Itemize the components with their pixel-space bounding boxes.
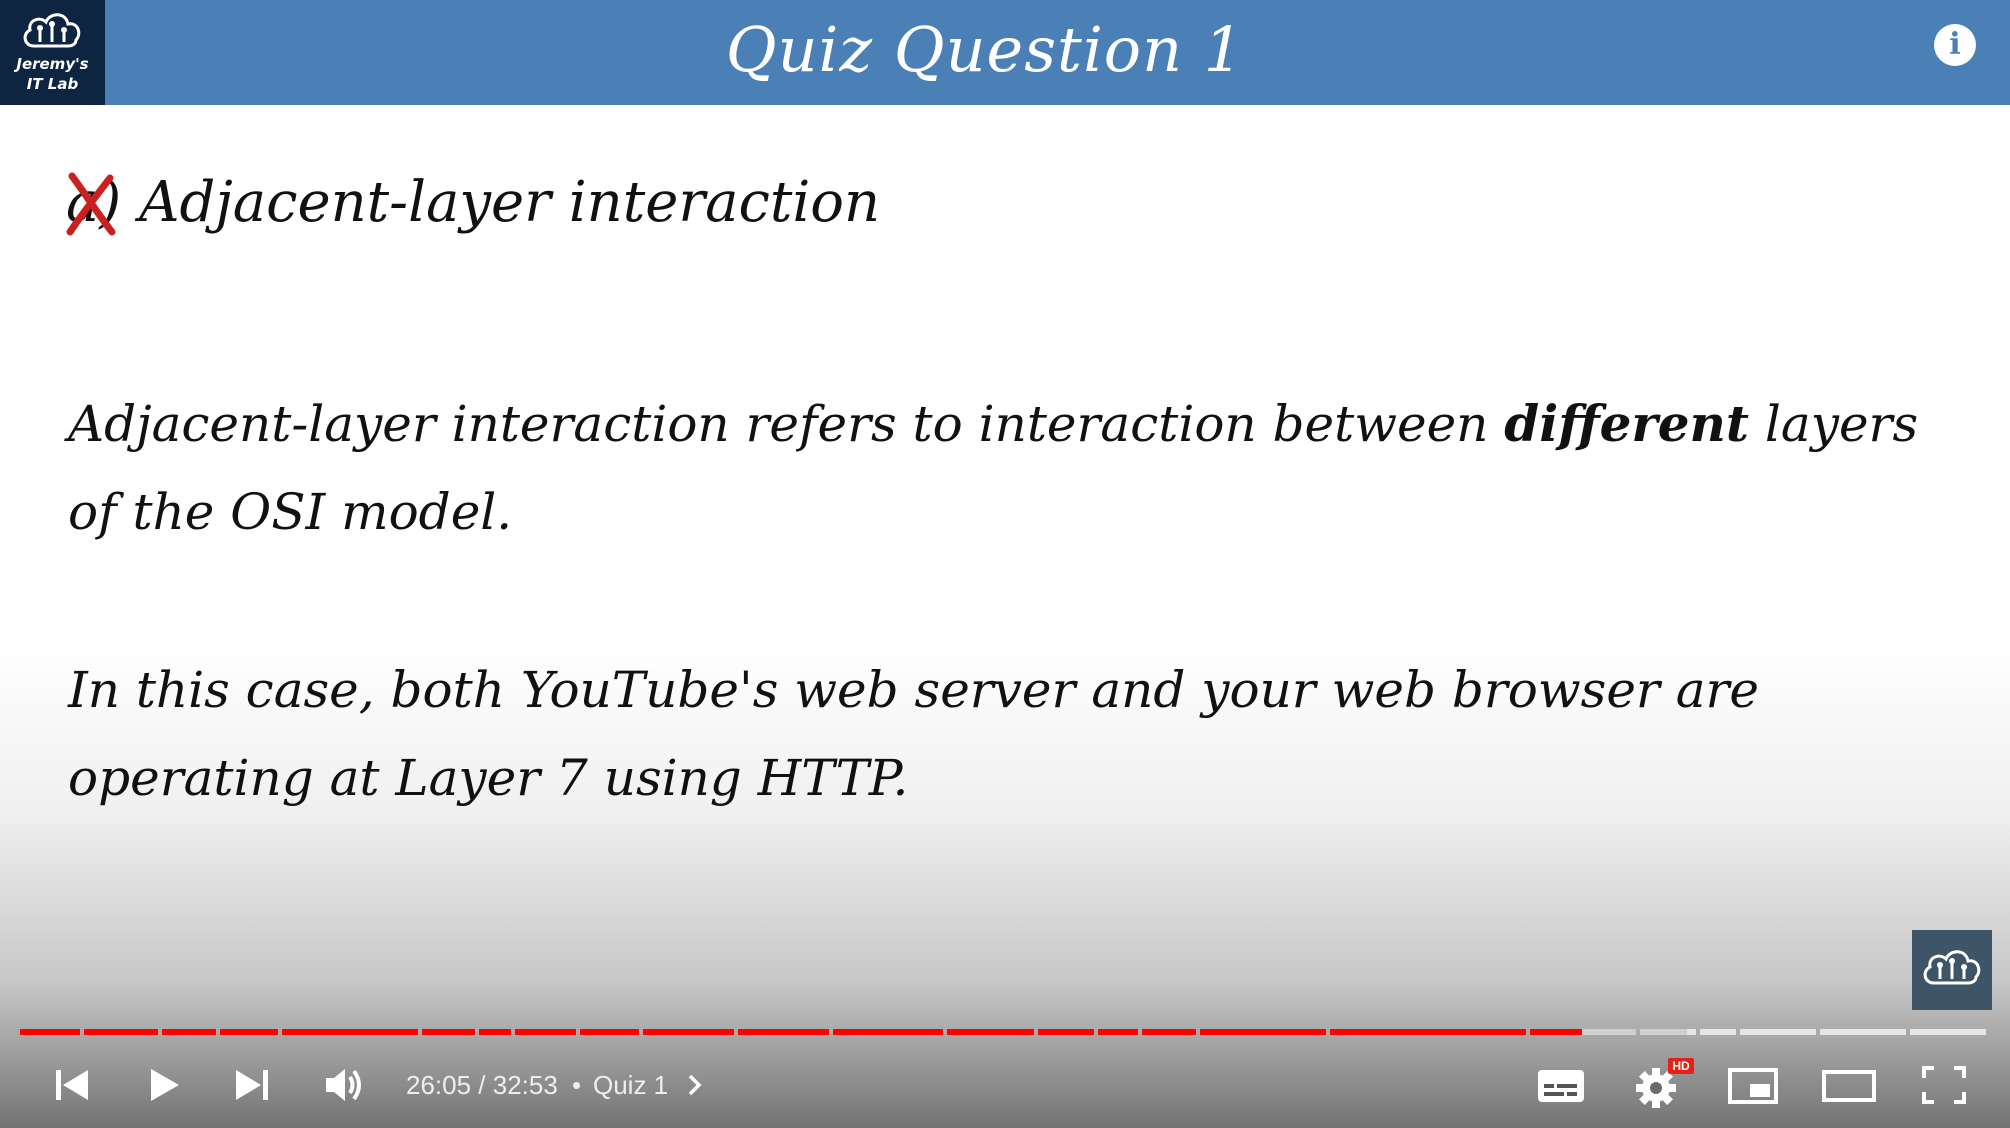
theater-mode-icon [1822, 1070, 1876, 1102]
explanation-paragraph-1: Adjacent-layer interaction refers to int… [68, 394, 1919, 541]
progress-unplayed-segment[interactable] [1820, 1029, 1906, 1035]
play-button[interactable] [135, 1060, 191, 1110]
subtitles-icon [1538, 1070, 1584, 1102]
info-icon[interactable]: i [1934, 24, 1976, 66]
progress-played-segment[interactable] [947, 1029, 1034, 1035]
chapter-title: Quiz 1 [593, 1070, 669, 1100]
progress-played-segment[interactable] [1330, 1029, 1526, 1035]
progress-played-segment[interactable] [833, 1029, 943, 1035]
miniplayer-icon [1728, 1068, 1778, 1104]
player-controls: 26:05 / 32:53 • Quiz 1 HD [0, 1050, 2010, 1120]
progress-unplayed-segment[interactable] [1740, 1029, 1816, 1035]
volume-button[interactable] [318, 1060, 374, 1110]
progress-played-segment[interactable] [20, 1029, 80, 1035]
theater-mode-button[interactable] [1818, 1060, 1880, 1110]
fullscreen-icon [1922, 1066, 1966, 1104]
hd-badge: HD [1668, 1058, 1694, 1074]
time-display: 26:05 / 32:53 [406, 1070, 558, 1100]
play-icon [151, 1069, 179, 1101]
progress-played-segment[interactable] [282, 1029, 418, 1035]
progress-played-segment[interactable] [580, 1029, 639, 1035]
emphasis-text: different [1504, 394, 1750, 453]
miniplayer-button[interactable] [1724, 1060, 1784, 1110]
progress-played-segment[interactable] [1200, 1029, 1326, 1035]
progress-played-segment[interactable] [1530, 1029, 1583, 1035]
chapter-button[interactable]: Quiz 1 [593, 1068, 707, 1102]
video-player[interactable]: Jeremy's IT Lab Quiz Question 1 i a) Adj… [0, 0, 2010, 1128]
answer-text: Adjacent-layer interaction [139, 170, 881, 235]
progress-played-segment[interactable] [515, 1029, 576, 1035]
progress-unplayed-segment[interactable] [1910, 1029, 1986, 1035]
duration: 32:53 [492, 1070, 558, 1100]
progress-played-segment[interactable] [1142, 1029, 1196, 1035]
answer-option: a) Adjacent-layer interaction [66, 168, 880, 238]
progress-bar[interactable] [20, 1029, 1990, 1035]
progress-unplayed-segment[interactable] [1686, 1029, 1696, 1035]
current-time: 26:05 [406, 1070, 472, 1100]
cloud-circuit-icon [1923, 950, 1981, 985]
previous-button[interactable] [44, 1060, 100, 1110]
progress-played-segment[interactable] [84, 1029, 158, 1035]
wrong-answer-cross-icon [66, 172, 116, 236]
progress-played-segment[interactable] [220, 1029, 278, 1035]
progress-played-segment[interactable] [643, 1029, 734, 1035]
fullscreen-button[interactable] [1916, 1060, 1972, 1110]
next-button[interactable] [224, 1060, 280, 1110]
progress-buffered-segment[interactable] [1582, 1029, 1636, 1035]
progress-played-segment[interactable] [1098, 1029, 1138, 1035]
slide-title: Quiz Question 1 [725, 13, 1245, 86]
progress-buffered-segment[interactable] [1640, 1029, 1687, 1035]
slide-header: Jeremy's IT Lab Quiz Question 1 i [0, 0, 2010, 105]
progress-played-segment[interactable] [422, 1029, 475, 1035]
chevron-right-icon [689, 1074, 702, 1096]
progress-played-segment[interactable] [162, 1029, 216, 1035]
settings-button[interactable]: HD [1630, 1058, 1694, 1110]
progress-played-segment[interactable] [738, 1029, 829, 1035]
skip-previous-icon [56, 1070, 88, 1100]
volume-icon [326, 1069, 361, 1101]
subtitles-button[interactable] [1532, 1060, 1592, 1110]
progress-unplayed-segment[interactable] [1700, 1029, 1736, 1035]
progress-played-segment[interactable] [479, 1029, 511, 1035]
skip-next-icon [236, 1070, 268, 1100]
channel-watermark[interactable] [1912, 930, 1992, 1010]
chapter-separator: • [572, 1070, 582, 1100]
explanation-paragraph-2: In this case, both YouTube's web server … [68, 661, 1760, 807]
progress-played-segment[interactable] [1038, 1029, 1094, 1035]
